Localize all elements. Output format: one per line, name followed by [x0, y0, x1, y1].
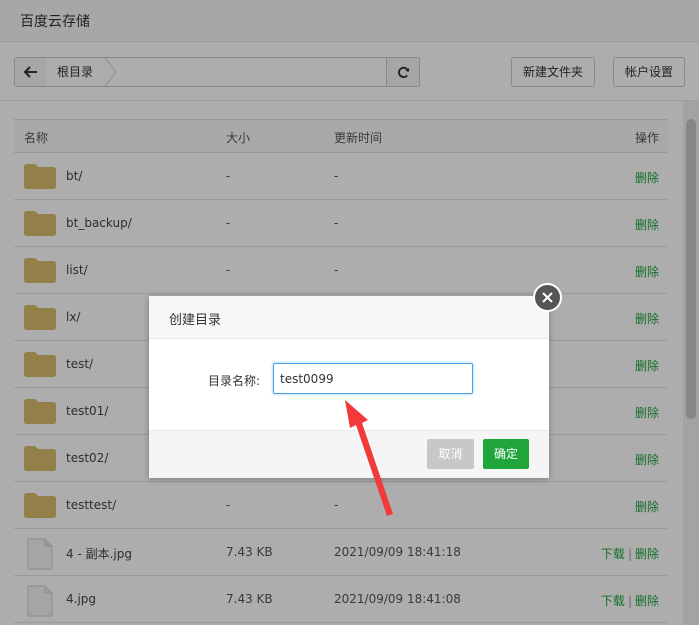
dialog-footer: 取消 确定: [149, 430, 549, 478]
dialog-header: 创建目录: [149, 296, 549, 339]
close-icon: [542, 292, 553, 303]
directory-name-input[interactable]: [273, 363, 473, 394]
create-directory-dialog: 创建目录 目录名称: 取消 确定: [149, 296, 549, 478]
directory-name-label: 目录名称:: [208, 374, 261, 388]
cancel-button[interactable]: 取消: [427, 439, 474, 469]
dialog-title: 创建目录: [169, 313, 222, 328]
dialog-close-button[interactable]: [533, 283, 562, 312]
confirm-button[interactable]: 确定: [483, 439, 529, 469]
